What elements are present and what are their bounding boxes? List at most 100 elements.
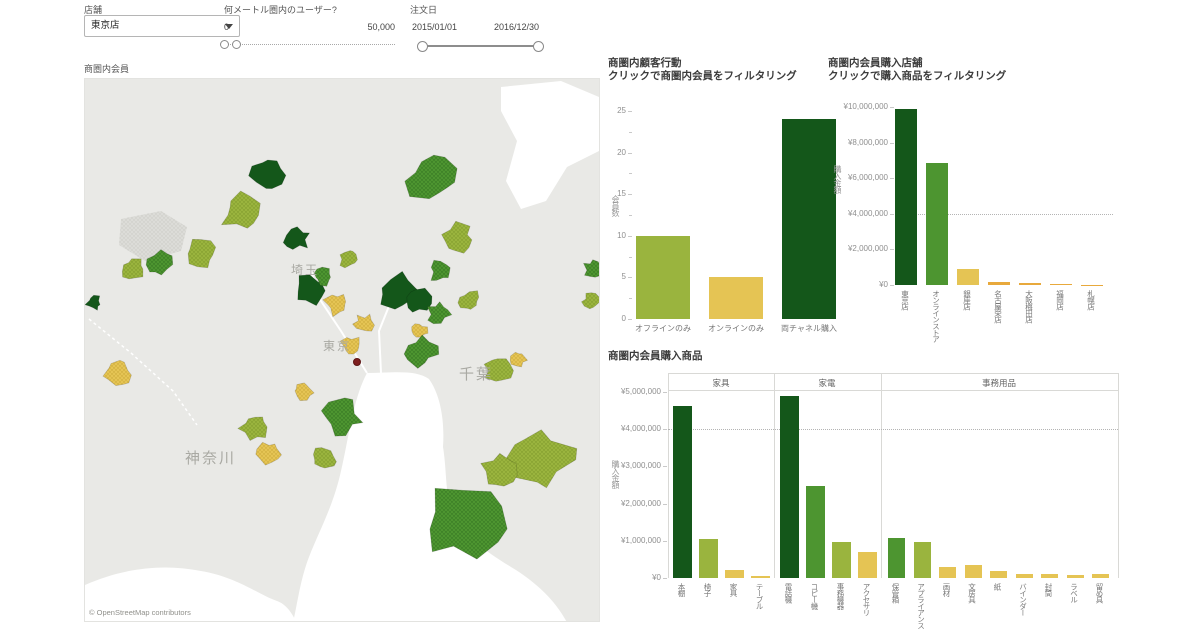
bar-オフラインのみ[interactable] [636, 236, 690, 319]
x-label: 封筒 [1045, 583, 1053, 630]
bar-文房具[interactable] [965, 565, 982, 578]
y-tick-label: ¥5,000,000 [608, 387, 661, 396]
x-label: 保管箱 [892, 583, 900, 630]
radius-max-value: 50,000 [320, 22, 395, 32]
bar-家具[interactable] [725, 570, 744, 578]
y-tick-mark [663, 541, 667, 542]
date-end-value: 2016/12/30 [494, 22, 539, 32]
x-label: バインダー [1019, 583, 1027, 630]
bar-バインダー[interactable] [1016, 574, 1033, 578]
radius-slider-handle-low[interactable] [220, 40, 229, 49]
y-tick-mark [890, 249, 894, 250]
y-minor-tick [629, 132, 632, 133]
y-tick-mark [628, 153, 632, 154]
y-tick-mark [663, 392, 667, 393]
y-tick-label: ¥2,000,000 [828, 244, 888, 253]
y-minor-tick [629, 173, 632, 174]
bar-札幌店[interactable] [1081, 285, 1103, 286]
x-label: オフラインのみ [623, 323, 703, 334]
chart1-y-axis-label: 会員数 [610, 195, 621, 216]
bar-アクセサリ[interactable] [858, 552, 877, 578]
x-label: オンラインストア [932, 290, 940, 352]
date-slider-handle-start[interactable] [417, 41, 428, 52]
radius-slider-handle-high[interactable] [232, 40, 241, 49]
y-minor-tick [629, 215, 632, 216]
panel-header-家具: 家具 [661, 377, 781, 389]
x-label: 紙 [994, 583, 1002, 630]
y-tick-mark [663, 504, 667, 505]
bar-画材[interactable] [939, 567, 956, 578]
bar-本棚[interactable] [673, 406, 692, 578]
panel-divider [668, 373, 669, 578]
y-minor-tick [629, 257, 632, 258]
bar-コピー機[interactable] [806, 486, 825, 578]
x-label: 銀座店 [963, 290, 971, 352]
panel-header-事務用品: 事務用品 [939, 377, 1059, 389]
chart-purchase-stores: 商圏内会員購入店舗 クリックで購入商品をフィルタリング ¥0¥2,000,000… [828, 55, 1120, 355]
bar-大阪梅田店[interactable] [1019, 283, 1041, 285]
y-tick-label: 20 [608, 148, 626, 157]
bar-オンラインのみ[interactable] [709, 277, 763, 319]
bar-留め具[interactable] [1092, 574, 1109, 578]
bar-アプライアンス[interactable] [914, 542, 931, 578]
x-label: コピー機 [811, 583, 819, 630]
bar-名古屋栄店[interactable] [988, 282, 1010, 285]
x-label: 大阪梅田店 [1025, 290, 1033, 352]
y-tick-mark [663, 429, 667, 430]
x-label: 東京店 [901, 290, 909, 352]
reference-line [668, 429, 1118, 430]
prefecture-label-埼玉: 埼玉 [291, 261, 319, 278]
panel-frame [668, 373, 1118, 374]
prefecture-label-神奈川: 神奈川 [185, 447, 236, 468]
x-label: 事務機器 [837, 583, 845, 630]
x-label: 名古屋栄店 [994, 290, 1002, 352]
x-label: 画材 [943, 583, 951, 630]
bar-電話機[interactable] [780, 396, 799, 578]
chart2-y-axis-label: 購入金額 [832, 165, 843, 193]
x-label: ラベル [1070, 583, 1078, 630]
bar-福岡店[interactable] [1050, 284, 1072, 285]
x-label: 文房具 [968, 583, 976, 630]
date-slider-track[interactable] [422, 45, 538, 47]
x-label: 本棚 [678, 583, 686, 630]
bar-保管箱[interactable] [888, 538, 905, 578]
radius-filter-label: 何メートル圏内のユーザー? [224, 3, 337, 16]
bar-銀座店[interactable] [957, 269, 979, 285]
bar-封筒[interactable] [1041, 574, 1058, 578]
store-filter-dropdown[interactable]: 東京店 [84, 15, 240, 37]
y-tick-label: ¥10,000,000 [828, 102, 888, 111]
prefecture-label-東京: 東京 [323, 337, 351, 354]
chart-customer-behavior: 商圏内顧客行動 クリックで商圏内会員をフィルタリング 0510152025会員数… [608, 55, 843, 350]
y-tick-mark [628, 194, 632, 195]
panel-divider [881, 373, 882, 578]
bar-東京店[interactable] [895, 109, 917, 285]
store-location-marker[interactable] [354, 359, 361, 366]
panel-header-家電: 家電 [767, 377, 887, 389]
map-title: 商圏内会員 [84, 62, 129, 75]
date-filter-label: 注文日 [410, 3, 437, 16]
x-label: オンラインのみ [696, 323, 776, 334]
bar-事務機器[interactable] [832, 542, 851, 578]
panel-divider [1118, 373, 1119, 578]
panel-frame [668, 390, 1118, 391]
dashboard: 店舗 東京店 何メートル圏内のユーザー? 0 50,000 注文日 2015/0… [0, 0, 1200, 630]
bar-ラベル[interactable] [1067, 575, 1084, 578]
catchment-map[interactable]: 埼玉東京千葉神奈川 © OpenStreetMap contributors [84, 78, 600, 622]
prefecture-label-千葉: 千葉 [459, 363, 493, 384]
y-tick-mark [663, 578, 667, 579]
y-tick-mark [628, 319, 632, 320]
bar-テーブル[interactable] [751, 576, 770, 578]
x-label: アクセサリ [863, 583, 871, 630]
chart3-y-axis-label: 購入金額 [610, 460, 621, 488]
y-tick-mark [890, 214, 894, 215]
bar-オンラインストア[interactable] [926, 163, 948, 285]
radius-slider-track[interactable] [224, 44, 395, 45]
radius-min-value: 0 [224, 22, 229, 32]
y-minor-tick [629, 298, 632, 299]
bar-椅子[interactable] [699, 539, 718, 578]
date-slider-handle-end[interactable] [533, 41, 544, 52]
chart-purchase-products: 商圏内会員購入商品 ¥0¥1,000,000¥2,000,000¥3,000,0… [608, 350, 1192, 630]
y-tick-mark [890, 178, 894, 179]
y-tick-label: ¥2,000,000 [608, 499, 661, 508]
bar-紙[interactable] [990, 571, 1007, 578]
